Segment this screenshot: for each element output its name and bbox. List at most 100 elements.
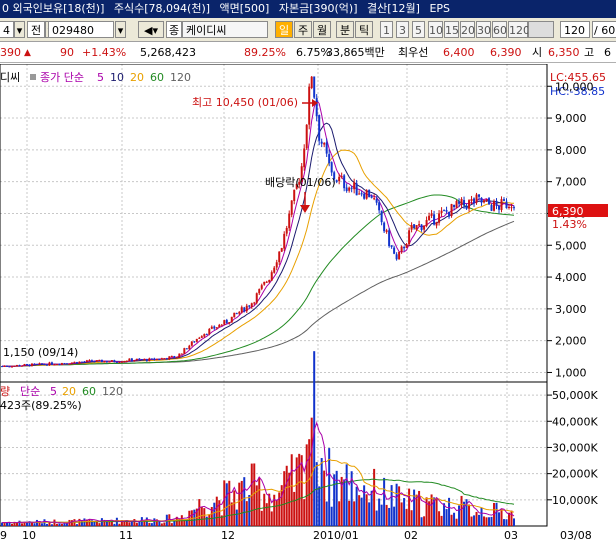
candle [413,224,416,229]
candle [410,225,413,230]
volume-bar [463,501,466,526]
candle [495,200,498,206]
weekly-button[interactable]: 주 [294,21,312,38]
stock-code-input[interactable]: 029480 [48,21,114,38]
volume-bar [353,501,356,526]
minute-30[interactable]: 30 [476,21,491,38]
volume-bar [398,486,401,526]
candle [308,86,311,125]
candle [83,361,86,363]
candle [403,246,406,249]
legend-stock: 디씨 [0,71,20,84]
candle [460,199,463,205]
candle [28,364,31,367]
candle [135,358,138,361]
chevron-down-icon[interactable]: ▾ [14,21,25,38]
candle [458,201,461,204]
candle [108,361,111,363]
candle [443,210,446,212]
candle [363,193,366,199]
speaker-icon[interactable]: ◀▾ [138,21,164,38]
prefix-field[interactable]: 4 [0,21,14,38]
candle [305,124,308,149]
minute-1[interactable]: 1 [380,21,393,38]
volume-bar [40,523,43,526]
candle [380,210,383,223]
candle [378,202,381,211]
candle [255,293,258,303]
candle [263,281,266,285]
candle [175,357,178,359]
chevron-down-icon[interactable]: ▾ [115,21,126,38]
candle [133,360,136,362]
y-tick-label: 30,000K [552,441,598,454]
par-value: 액면[500] [219,2,270,15]
candle [278,251,281,263]
high-label: 고 [584,46,595,59]
minute-5[interactable]: 5 [412,21,425,38]
stock-chart[interactable]: 디씨 종가 단순 5 10 20 60 120 LC:455.65 HC:-38… [0,64,616,545]
minute-button[interactable]: 분 [336,21,354,38]
candle [200,336,203,338]
search-label[interactable]: 종 [166,21,182,38]
candle [470,199,473,201]
x-label: 10 [22,529,36,542]
minute-3[interactable]: 3 [396,21,409,38]
candle [480,197,483,203]
monthly-button[interactable]: 월 [313,21,331,38]
minute-15[interactable]: 15 [444,21,459,38]
volume-bar [475,511,478,526]
volume-bar [240,480,243,526]
candle [53,364,56,366]
candle [303,148,306,168]
candle [163,358,166,360]
candle [318,114,321,141]
volume-bar [473,515,476,526]
volume-bar [308,439,311,526]
candle [93,361,96,363]
volume-bar [228,480,231,526]
candle [148,358,151,362]
minute-60[interactable]: 60 [492,21,507,38]
candle [125,361,128,363]
candle [165,358,168,360]
candle [118,362,121,364]
candle [320,141,323,144]
volume-bar [355,486,358,526]
share-count: 주식수[78,094(천)] [113,2,211,15]
change-rate: +1.43% [82,46,127,59]
volume-bar [150,523,153,526]
x-label: 03/08 [560,529,592,542]
volume-bar [260,510,263,526]
candle [113,360,116,363]
minute-20[interactable]: 20 [460,21,475,38]
period-selector[interactable]: 전 [27,21,45,38]
candle [468,200,471,209]
candle [430,213,433,216]
x-label: 03 [504,529,518,542]
custom-interval-field[interactable] [528,21,554,38]
candle [503,199,506,201]
candle [373,198,376,200]
candle [155,358,158,361]
daily-button[interactable]: 일 [275,21,293,38]
tick-button[interactable]: 틱 [355,21,373,38]
count-input[interactable]: 120 [560,21,590,38]
minute-10[interactable]: 10 [428,21,443,38]
volume-bar [35,519,38,526]
candle [223,320,226,325]
candle [203,334,206,337]
candle [30,363,33,367]
candle [230,316,233,323]
candle [78,361,81,364]
volume-bar [293,491,296,526]
candle [140,359,143,361]
minute-120[interactable]: 120 [508,21,530,38]
candle [475,194,478,203]
candle [193,341,196,343]
volume-bar [270,511,273,526]
volume-bar [423,516,426,526]
volume-bar [213,502,216,526]
volume-bar [425,497,428,526]
volume-bar [410,510,413,526]
